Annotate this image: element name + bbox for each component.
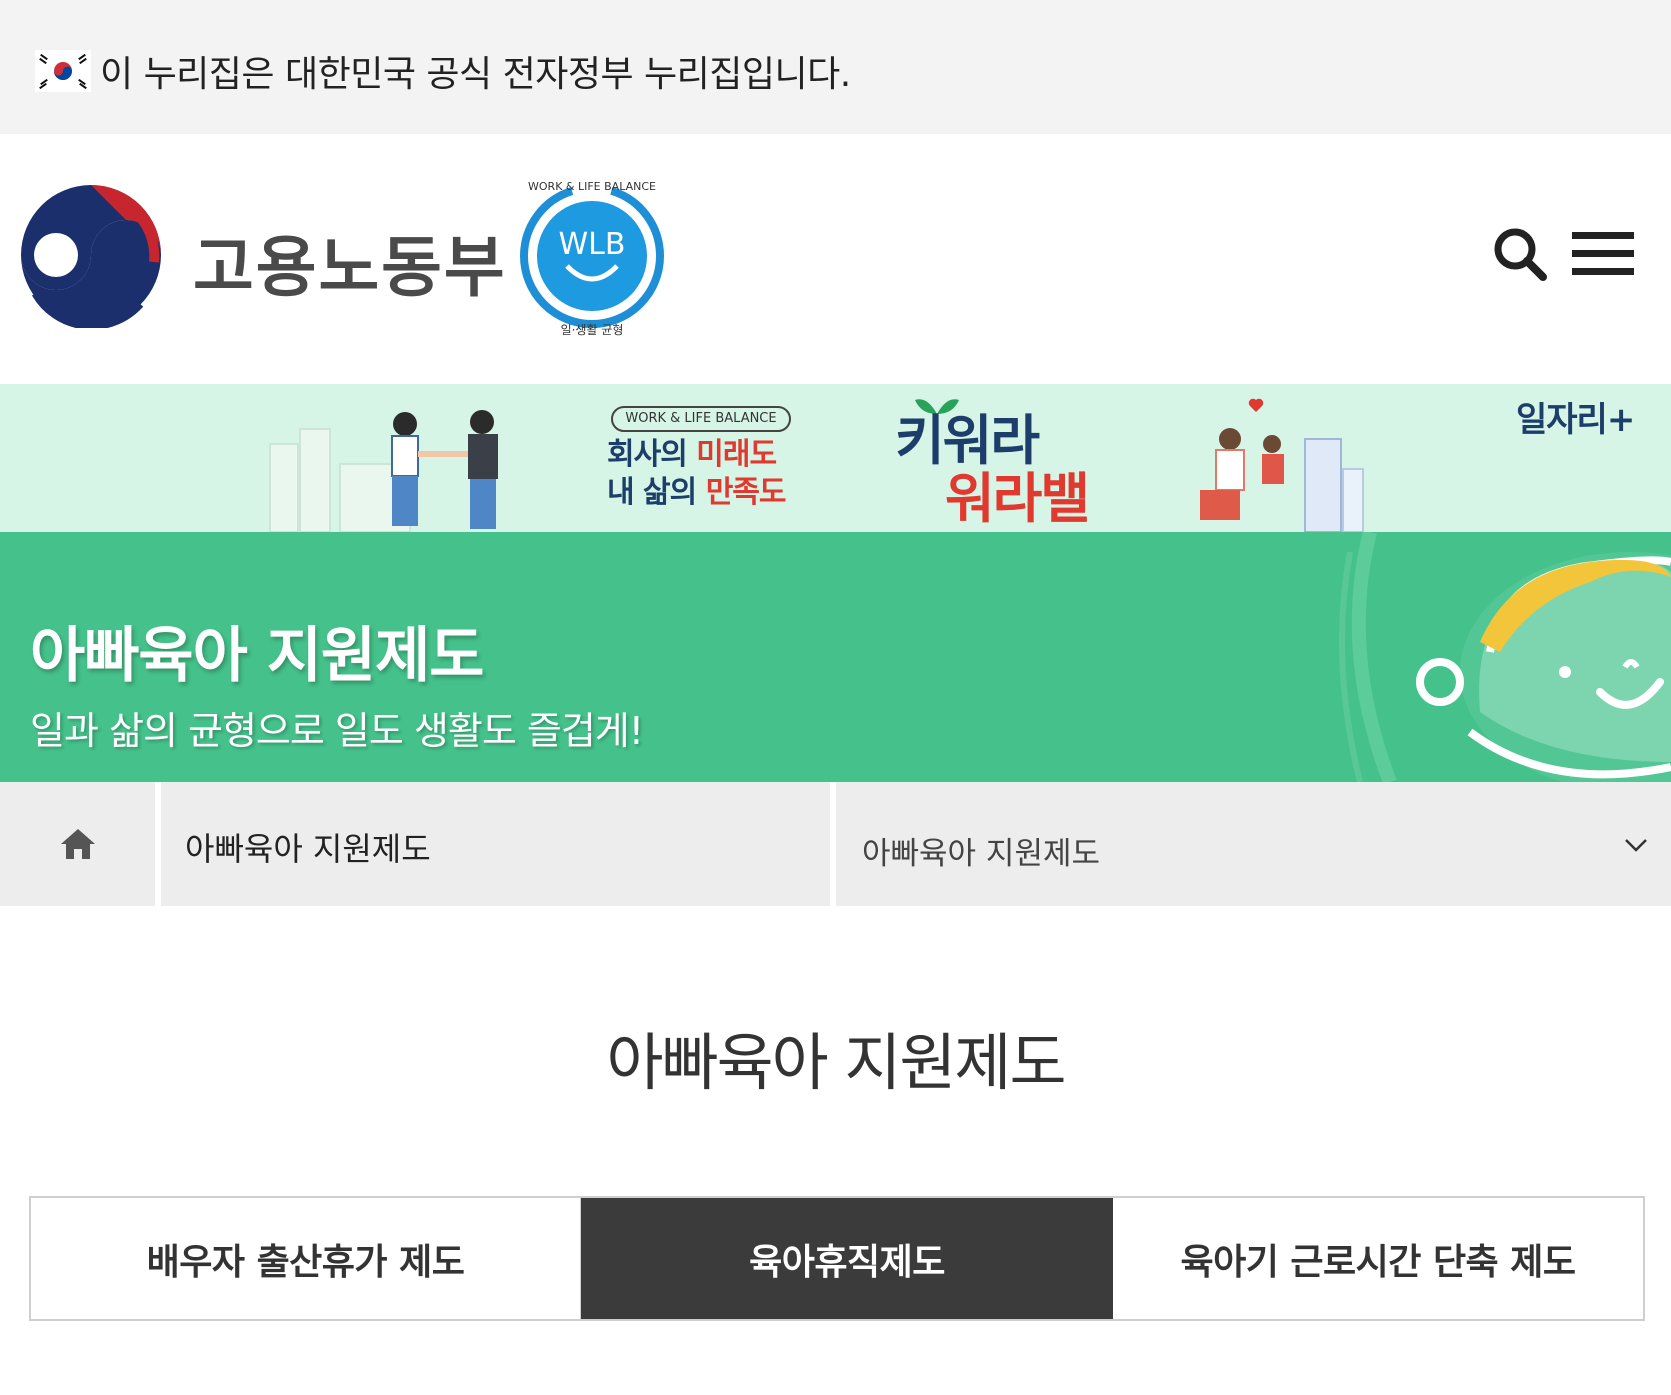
- wlb-center-text: WLB: [559, 227, 626, 262]
- breadcrumb-level1-label: 아빠육아 지원제도: [185, 830, 431, 868]
- breadcrumb-level2-label: 아빠육아 지원제도: [862, 836, 1101, 872]
- breadcrumb-level1[interactable]: 아빠육아 지원제도: [161, 782, 830, 906]
- smiling-face-illustration: [1339, 532, 1671, 782]
- tab-parental-leave[interactable]: 육아휴직제도: [581, 1198, 1113, 1319]
- chevron-down-icon: [1625, 839, 1647, 852]
- banner-tag: WORK & LIFE BALANCE: [611, 406, 791, 432]
- wlb-badge-icon: WLB WORK & LIFE BALANCE 일·생활 균형: [520, 180, 664, 337]
- korea-flag-icon: [35, 50, 91, 92]
- slogan-line2-a: 내 삶의: [607, 475, 706, 510]
- tab-reduced-working-hours[interactable]: 육아기 근로시간 단축 제도: [1113, 1198, 1643, 1319]
- page-title: 아빠육아 지원제도: [606, 1026, 1066, 1099]
- handshake-people-icon: [391, 410, 498, 529]
- search-icon[interactable]: [1490, 224, 1550, 284]
- gov-notice-bar: 이 누리집은 대한민국 공식 전자정부 누리집입니다.: [0, 0, 1671, 134]
- breadcrumb-home[interactable]: [0, 782, 155, 906]
- tab-spouse-maternity-leave[interactable]: 배우자 출산휴가 제도: [31, 1198, 581, 1319]
- banner-brand-line2: 워라밸: [945, 467, 1090, 530]
- breadcrumb-level2-dropdown[interactable]: 아빠육아 지원제도: [836, 782, 1671, 906]
- banner-slogan: 회사의 미래도 내 삶의 만족도: [607, 436, 787, 512]
- gov-notice-text: 이 누리집은 대한민국 공식 전자정부 누리집입니다.: [100, 54, 851, 95]
- wlb-ring-bottom-text: 일·생활 균형: [561, 323, 624, 337]
- ministry-name[interactable]: 고용노동부: [193, 214, 507, 310]
- family-illustration-icon: [1200, 398, 1364, 532]
- breadcrumb: 아빠육아 지원제도 아빠육아 지원제도: [0, 782, 1671, 906]
- ministry-emblem-icon[interactable]: [18, 182, 164, 328]
- hamburger-menu-icon[interactable]: [1570, 226, 1636, 282]
- wlb-ring-top-text: WORK & LIFE BALANCE: [528, 180, 656, 193]
- slogan-line1-b: 미래도: [696, 437, 777, 472]
- hero-title: 아빠육아 지원제도: [30, 621, 484, 691]
- campaign-banner[interactable]: WORK & LIFE BALANCE 회사의 미래도 내 삶의 만족도 키워라…: [0, 384, 1671, 532]
- jobs-plus-logo[interactable]: 일자리+: [1516, 392, 1635, 441]
- program-tabs: 배우자 출산휴가 제도 육아휴직제도 육아기 근로시간 단축 제도: [29, 1196, 1645, 1321]
- slogan-line2-b: 만족도: [705, 475, 787, 510]
- site-header: 고용노동부 WLB WORK & LIFE BALANCE 일·생활 균형: [0, 134, 1671, 384]
- hero-subtitle: 일과 삶의 균형으로 일도 생활도 즐겁게!: [30, 709, 644, 753]
- banner-illustration: [269, 398, 1364, 532]
- home-icon: [60, 829, 95, 859]
- hero-banner: 아빠육아 지원제도 일과 삶의 균형으로 일도 생활도 즐겁게!: [0, 532, 1671, 782]
- slogan-line1-a: 회사의: [607, 437, 697, 472]
